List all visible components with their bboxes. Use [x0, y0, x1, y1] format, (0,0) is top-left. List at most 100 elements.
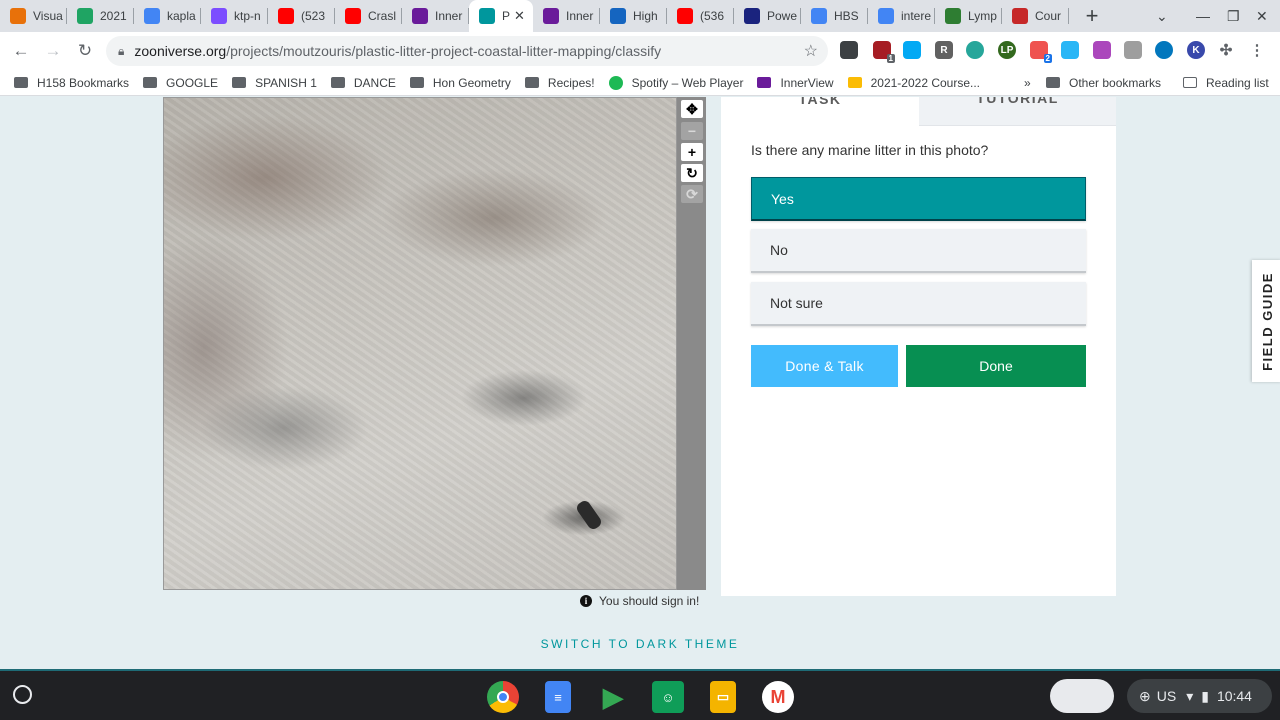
docs-app-icon[interactable]: ≡ — [545, 681, 571, 713]
tab-title: High — [633, 9, 658, 23]
move-icon[interactable]: ✥ — [681, 100, 703, 118]
extension-r-icon[interactable]: R — [935, 41, 953, 59]
reading-list-label: Reading list — [1206, 75, 1269, 90]
zoom-out-icon[interactable]: − — [681, 122, 703, 140]
tab-favicon-icon — [278, 8, 294, 24]
browser-tab[interactable]: High — [600, 0, 667, 32]
browser-tab[interactable]: (536 — [667, 0, 734, 32]
tab-favicon-icon — [677, 8, 693, 24]
play-store-icon[interactable]: ▶ — [597, 681, 629, 713]
tab-favicon-icon — [345, 8, 361, 24]
field-guide-button[interactable]: FIELD GUIDE — [1252, 260, 1280, 382]
extension-lp-icon[interactable]: LP — [998, 41, 1016, 59]
slides-app-icon[interactable]: ▭ — [710, 681, 736, 713]
browser-tab[interactable]: HBS — [801, 0, 868, 32]
close-window-icon[interactable]: ✕ — [1256, 0, 1268, 32]
holding-space-thumbnails[interactable] — [1050, 679, 1114, 713]
browser-tab[interactable]: Powe — [734, 0, 801, 32]
close-tab-icon[interactable]: ✕ — [514, 8, 525, 24]
extension-purple-icon[interactable] — [1093, 41, 1111, 59]
address-bar[interactable]: 🔒︎ zooniverse.org/projects/moutzouris/pl… — [106, 36, 828, 66]
os-shelf: ≡ ▶ ☺ ▭ M ⊕ US ▾ ▮ 10:44 — [0, 669, 1280, 720]
tab-task[interactable]: TASK — [721, 97, 919, 126]
tab-favicon-icon — [878, 8, 894, 24]
bookmarks-overflow-icon[interactable]: » — [1024, 76, 1031, 90]
answer-yes-button[interactable]: Yes — [751, 177, 1086, 221]
tab-tutorial-label: TUTORIAL — [976, 97, 1059, 106]
task-panel: TASK TUTORIAL Is there any marine litter… — [721, 97, 1116, 596]
tab-favicon-icon — [543, 8, 559, 24]
minimize-icon[interactable]: — — [1196, 0, 1210, 32]
reading-list[interactable]: Reading list — [1183, 76, 1269, 90]
wifi-icon: ▾ — [1186, 687, 1194, 704]
done-and-talk-button[interactable]: Done & Talk — [751, 345, 898, 387]
extension-notification-icon[interactable] — [903, 41, 921, 59]
new-tab-button[interactable]: + — [1077, 3, 1107, 29]
tab-search-icon[interactable]: ⌄ — [1156, 0, 1168, 32]
switch-dark-theme-link[interactable]: SWITCH TO DARK THEME — [0, 637, 1280, 651]
browser-tab[interactable]: intere — [868, 0, 935, 32]
browser-tab[interactable]: Visua — [0, 0, 67, 32]
other-bookmarks[interactable]: Other bookmarks — [1046, 76, 1161, 90]
extension-pin-icon[interactable] — [1155, 41, 1173, 59]
gmail-app-icon[interactable]: M — [762, 681, 794, 713]
browser-tab[interactable]: (523 — [268, 0, 335, 32]
tab-title: 2021 — [100, 9, 127, 23]
tab-tutorial[interactable]: TUTORIAL — [919, 97, 1116, 126]
tab-favicon-icon — [744, 8, 760, 24]
browser-tab[interactable]: Lymp — [935, 0, 1002, 32]
bookmark-star-icon[interactable]: ☆ — [804, 41, 818, 61]
extension-ghostery-icon[interactable] — [840, 41, 858, 59]
classroom-app-icon[interactable]: ☺ — [652, 681, 684, 713]
browser-tab[interactable]: Crasl — [335, 0, 402, 32]
reset-icon[interactable]: ⟳ — [681, 185, 703, 203]
browser-tab[interactable]: kapla — [134, 0, 201, 32]
drive-icon — [847, 77, 862, 88]
browser-tab[interactable]: Inner — [533, 0, 600, 32]
tab-favicon-icon — [10, 8, 26, 24]
folder-icon — [409, 77, 424, 88]
bookmark-item[interactable]: 2021-2022 Course... — [847, 75, 981, 90]
bookmark-item[interactable]: DANCE — [330, 76, 396, 90]
bookmark-item[interactable]: SPANISH 1 — [232, 76, 317, 90]
back-arrow-icon[interactable]: ← — [5, 41, 37, 61]
task-question: Is there any marine litter in this photo… — [751, 142, 989, 158]
launcher-icon[interactable] — [13, 685, 32, 704]
bookmark-item[interactable]: InnerView — [757, 76, 834, 90]
chrome-menu-icon[interactable]: ⋮ — [1248, 41, 1266, 59]
extension-k-icon[interactable]: K — [1187, 41, 1205, 59]
bookmark-item[interactable]: GOOGLE — [143, 76, 218, 90]
done-button[interactable]: Done — [906, 345, 1086, 387]
bookmark-item[interactable]: H158 Bookmarks — [14, 76, 129, 90]
bookmark-item[interactable]: Hon Geometry — [409, 76, 511, 90]
browser-tab[interactable]: Inner — [402, 0, 469, 32]
extension-copy-icon[interactable] — [1124, 41, 1142, 59]
chrome-app-icon[interactable] — [487, 681, 519, 713]
extension-shield-icon[interactable]: 1 — [873, 41, 895, 63]
zoom-in-icon[interactable]: + — [681, 143, 703, 161]
restore-icon[interactable]: ❐ — [1227, 0, 1240, 32]
forward-arrow-icon[interactable]: → — [37, 41, 69, 61]
browser-tab[interactable]: P ✕ — [469, 0, 533, 32]
browser-tab[interactable]: ktp-n — [201, 0, 268, 32]
reload-icon[interactable]: ↻ — [69, 41, 101, 61]
tab-favicon-icon — [77, 8, 93, 24]
extensions-puzzle-icon[interactable]: ✣ — [1217, 41, 1235, 59]
bookmark-label: GOOGLE — [166, 75, 219, 90]
extension-cloud-icon[interactable] — [1061, 41, 1079, 59]
extension-compass-icon[interactable] — [966, 41, 984, 59]
status-tray[interactable]: ⊕ US ▾ ▮ 10:44 — [1127, 679, 1272, 713]
tab-title: Inner — [435, 9, 463, 23]
answer-not-sure-button[interactable]: Not sure — [751, 282, 1086, 326]
bookmark-label: 2021-2022 Course... — [870, 75, 981, 90]
extension-puzzle-red-icon[interactable]: 2 — [1030, 41, 1052, 63]
rotate-icon[interactable]: ↻ — [681, 164, 703, 182]
locale-label: US — [1156, 688, 1177, 704]
bookmark-item[interactable]: Spotify – Web Player — [608, 75, 743, 90]
browser-tab[interactable]: 2021 — [67, 0, 134, 32]
bookmark-item[interactable]: Recipes! — [524, 76, 595, 90]
beach-subject-image[interactable] — [163, 97, 677, 590]
zooniverse-classify-page: ✥ − + ↻ ⟳ TASK TUTORIAL Is there any mar… — [0, 97, 1280, 669]
browser-tab[interactable]: Cour — [1002, 0, 1069, 32]
answer-no-button[interactable]: No — [751, 229, 1086, 273]
